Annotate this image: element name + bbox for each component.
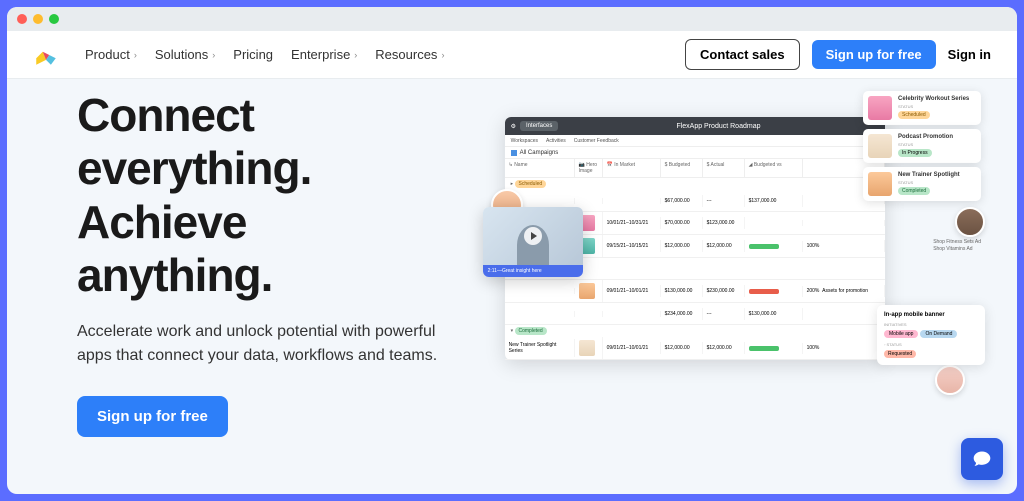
hero-subtitle: Accelerate work and unlock potential wit… [77, 320, 447, 368]
mock-base-tab: Interfaces [520, 121, 558, 131]
mock-app-title: FlexApp Product Roadmap [676, 123, 760, 130]
float-card-1: Celebrity Workout Series STATUS Schedule… [863, 91, 981, 125]
brand-logo[interactable] [33, 42, 59, 68]
video-caption: 2:11—Great insight here [483, 265, 583, 277]
nav-resources[interactable]: Resources› [375, 47, 444, 62]
max-dot[interactable] [49, 14, 59, 24]
signin-link[interactable]: Sign in [948, 47, 991, 62]
avatar [955, 207, 985, 237]
avatar [935, 365, 965, 395]
nav-pricing[interactable]: Pricing [233, 47, 273, 62]
signup-button[interactable]: Sign up for free [812, 40, 936, 69]
nav-enterprise[interactable]: Enterprise› [291, 47, 357, 62]
chat-icon [972, 449, 992, 469]
float-card-2: Podcast Promotion STATUS In Progress [863, 129, 981, 163]
hero-heading: Connect everything. Achieve anything. [77, 89, 495, 302]
chevron-right-icon: › [441, 50, 444, 60]
chevron-right-icon: › [134, 50, 137, 60]
float-card-3: New Trainer Spotlight STATUS Completed [863, 167, 981, 201]
contact-sales-button[interactable]: Contact sales [685, 39, 800, 70]
nav-solutions[interactable]: Solutions› [155, 47, 215, 62]
top-nav: Product› Solutions› Pricing Enterprise› … [7, 31, 1017, 79]
detail-card: In-app mobile banner INITIATIVES Mobile … [877, 305, 985, 365]
min-dot[interactable] [33, 14, 43, 24]
chat-widget-button[interactable] [961, 438, 1003, 480]
video-card: 2:11—Great insight here [483, 207, 583, 277]
chevron-right-icon: › [212, 50, 215, 60]
chevron-right-icon: › [354, 50, 357, 60]
hero-illustration: ⚙ Interfaces FlexApp Product Roadmap Wor… [495, 87, 947, 437]
play-icon[interactable] [524, 227, 542, 245]
nav-product[interactable]: Product› [85, 47, 137, 62]
window-title-bar [7, 7, 1017, 31]
close-dot[interactable] [17, 14, 27, 24]
hero-cta-button[interactable]: Sign up for free [77, 396, 228, 437]
side-text: Shop Fitness Sets Ad Shop Vitamins Ad [933, 239, 981, 253]
